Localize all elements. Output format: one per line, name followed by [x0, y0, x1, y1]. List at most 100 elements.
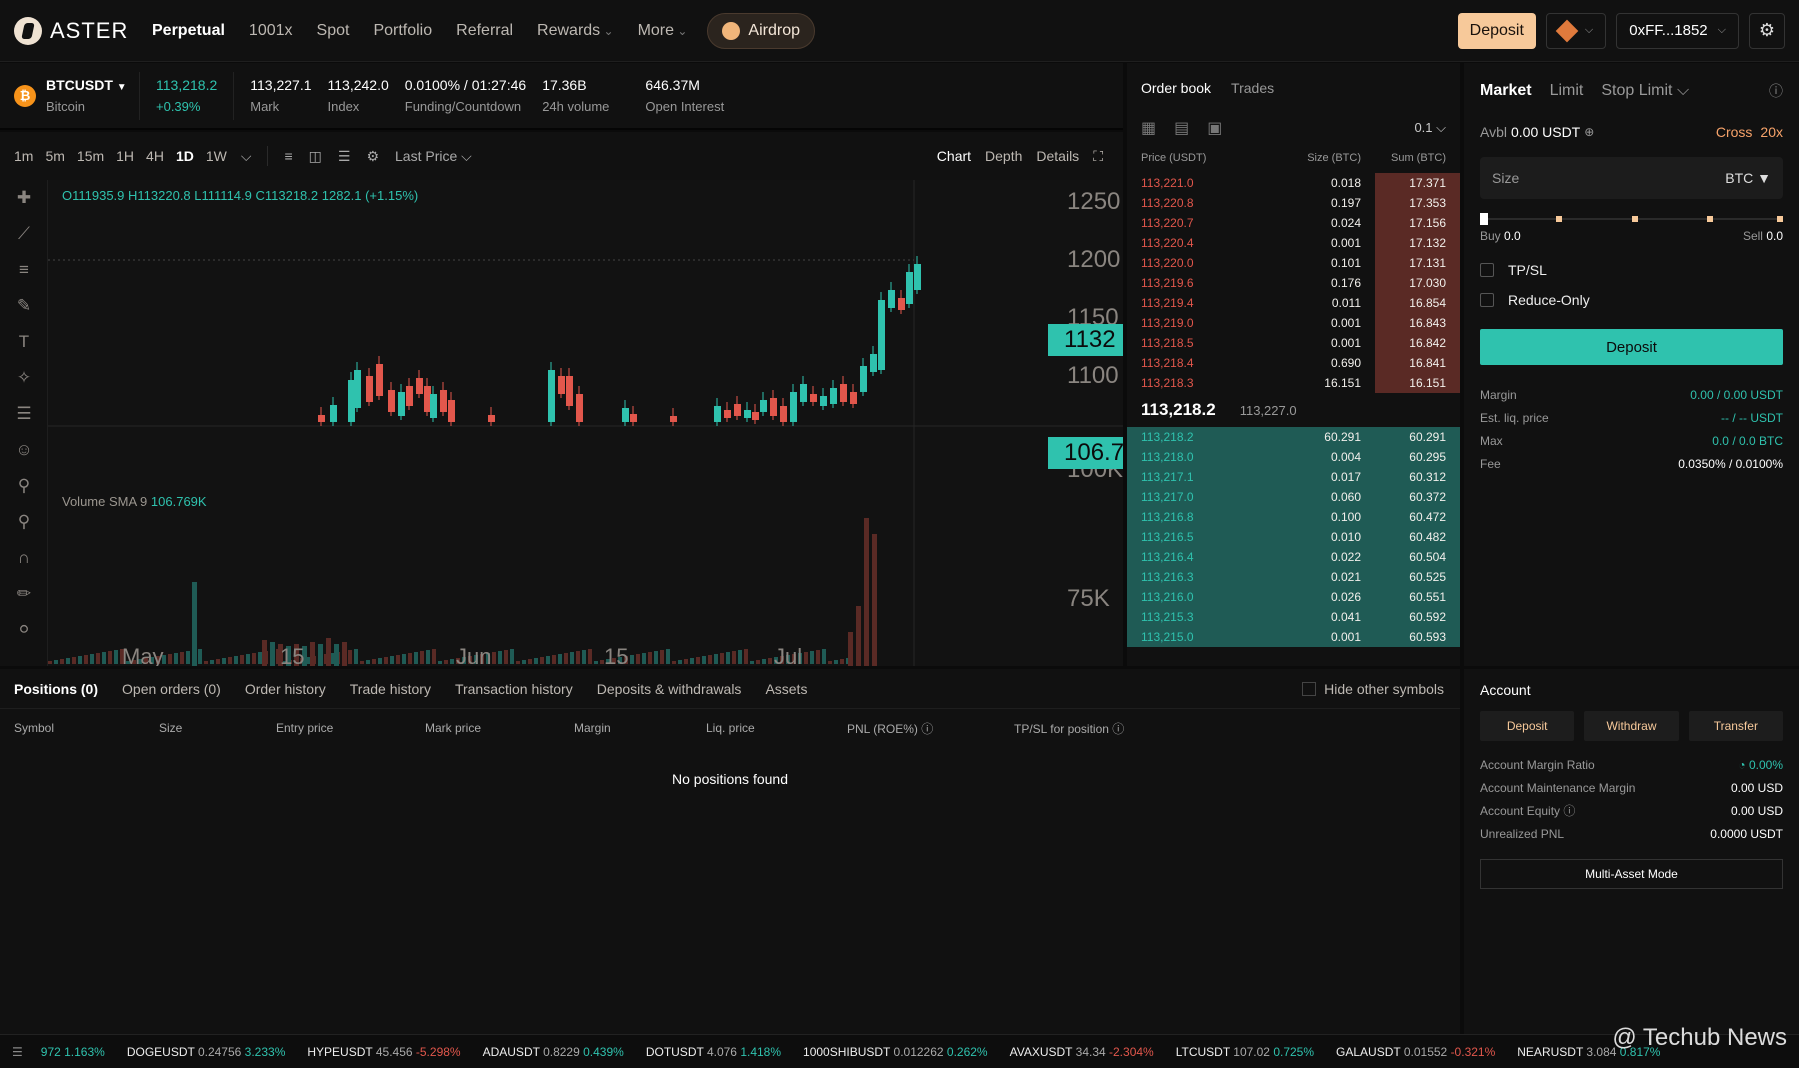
- bid-row[interactable]: 113,218.0 0.004 60.295: [1127, 447, 1460, 467]
- ask-row[interactable]: 113,218.3 16.151 16.151: [1127, 373, 1460, 393]
- tab-stop-limit[interactable]: Stop Limit ⌵: [1601, 82, 1689, 100]
- ask-row[interactable]: 113,219.6 0.176 17.030: [1127, 273, 1460, 293]
- pattern-icon[interactable]: ✧: [0, 360, 48, 396]
- fullscreen-icon[interactable]: ⛶: [1093, 148, 1103, 165]
- tab-open-orders[interactable]: Open orders (0): [122, 681, 221, 697]
- slider-step[interactable]: [1777, 216, 1783, 222]
- indicators-icon[interactable]: ≡: [276, 148, 300, 164]
- ask-row[interactable]: 113,220.7 0.024 17.156: [1127, 213, 1460, 233]
- ask-row[interactable]: 113,220.4 0.001 17.132: [1127, 233, 1460, 253]
- projection-icon[interactable]: ☰: [0, 396, 48, 432]
- tf-1h[interactable]: 1H: [110, 148, 140, 164]
- tab-trade-history[interactable]: Trade history: [350, 681, 431, 697]
- fib-lines-icon[interactable]: ≡: [0, 252, 48, 288]
- margin-mode-button[interactable]: Cross: [1716, 124, 1753, 140]
- size-input[interactable]: Size BTC ▼: [1480, 157, 1783, 199]
- ticker-item[interactable]: 972 1.163%: [41, 1045, 105, 1059]
- ticker-item[interactable]: ADAUSDT 0.8229 0.439%: [483, 1045, 624, 1059]
- slider-step[interactable]: [1631, 216, 1638, 222]
- crosshair-icon[interactable]: ✚: [0, 180, 48, 216]
- reduce-only-checkbox[interactable]: Reduce-Only: [1464, 287, 1799, 313]
- signal-icon[interactable]: ☰: [0, 1045, 23, 1059]
- wallet-button[interactable]: 0xFF...1852 ⌵: [1616, 12, 1739, 49]
- nav-referral[interactable]: Referral: [456, 22, 513, 40]
- lock-pencil-icon[interactable]: ✏: [0, 576, 48, 612]
- tpsl-checkbox[interactable]: TP/SL: [1464, 257, 1799, 283]
- tf-4h[interactable]: 4H: [140, 148, 170, 164]
- account-transfer-button[interactable]: Transfer: [1688, 711, 1783, 741]
- zoom-in-icon[interactable]: ⚲: [0, 504, 48, 540]
- info-icon[interactable]: ⓘ: [921, 722, 933, 736]
- header-deposit-button[interactable]: Deposit: [1457, 12, 1536, 49]
- nav-more[interactable]: More: [638, 22, 688, 40]
- text-tool-icon[interactable]: T: [0, 324, 48, 360]
- nav-spot[interactable]: Spot: [317, 22, 350, 40]
- tab-order-book[interactable]: Order book: [1141, 80, 1211, 96]
- slider-knob[interactable]: [1480, 213, 1488, 225]
- list-icon[interactable]: ☰: [330, 148, 359, 165]
- account-deposit-button[interactable]: Deposit: [1480, 711, 1575, 741]
- gear-icon[interactable]: ⚙: [358, 148, 387, 165]
- tab-trades[interactable]: Trades: [1231, 80, 1274, 96]
- account-withdraw-button[interactable]: Withdraw: [1584, 711, 1679, 741]
- leverage-button[interactable]: 20x: [1760, 124, 1783, 140]
- multi-asset-mode-button[interactable]: Multi-Asset Mode: [1480, 859, 1783, 889]
- hide-other-symbols-checkbox[interactable]: Hide other symbols: [1302, 681, 1444, 697]
- tick-size-select[interactable]: 0.1 ⌵: [1414, 120, 1446, 136]
- brush-icon[interactable]: ✎: [0, 288, 48, 324]
- ruler-icon[interactable]: ⚲: [0, 468, 48, 504]
- settings-button[interactable]: ⚙: [1749, 12, 1785, 49]
- magnet-icon[interactable]: ∩: [0, 540, 48, 576]
- bid-row[interactable]: 113,216.3 0.021 60.525: [1127, 567, 1460, 587]
- ask-row[interactable]: 113,219.4 0.011 16.854: [1127, 293, 1460, 313]
- bid-row[interactable]: 113,217.0 0.060 60.372: [1127, 487, 1460, 507]
- nav-rewards[interactable]: Rewards: [537, 22, 614, 40]
- tab-chart[interactable]: Chart: [937, 148, 971, 165]
- bid-row[interactable]: 113,215.0 0.001 60.593: [1127, 627, 1460, 647]
- ticker-item[interactable]: AVAXUSDT 34.34 -2.304%: [1010, 1045, 1154, 1059]
- ticker-item[interactable]: GALAUSDT 0.01552 -0.321%: [1336, 1045, 1495, 1059]
- ticker-item[interactable]: HYPEUSDT 45.456 -5.298%: [307, 1045, 460, 1059]
- add-funds-icon[interactable]: ⊕: [1584, 125, 1594, 139]
- book-asks-view-icon[interactable]: ▣: [1207, 118, 1222, 138]
- tf-1w[interactable]: 1W: [200, 148, 233, 164]
- tab-limit[interactable]: Limit: [1550, 82, 1584, 100]
- info-icon[interactable]: ⓘ: [1112, 722, 1124, 736]
- book-bids-view-icon[interactable]: ▤: [1174, 118, 1189, 138]
- ask-row[interactable]: 113,219.0 0.001 16.843: [1127, 313, 1460, 333]
- price-chart[interactable]: O111935.9 H113220.8 L111114.9 C113218.2 …: [48, 180, 1123, 666]
- ask-row[interactable]: 113,221.0 0.018 17.371: [1127, 173, 1460, 193]
- brand-logo[interactable]: ASTER: [14, 16, 152, 45]
- tab-depth[interactable]: Depth: [985, 148, 1022, 165]
- ticker-item[interactable]: 1000SHIBUSDT 0.012262 0.262%: [803, 1045, 988, 1059]
- bid-row[interactable]: 113,218.2 60.291 60.291: [1127, 427, 1460, 447]
- tf-1m[interactable]: 1m: [8, 148, 39, 164]
- info-icon[interactable]: ⓘ: [1563, 804, 1575, 818]
- ask-row[interactable]: 113,218.5 0.001 16.842: [1127, 333, 1460, 353]
- bid-row[interactable]: 113,216.5 0.010 60.482: [1127, 527, 1460, 547]
- ticker-item[interactable]: DOTUSDT 4.076 1.418%: [646, 1045, 781, 1059]
- bid-row[interactable]: 113,217.1 0.017 60.312: [1127, 467, 1460, 487]
- tf-1d[interactable]: 1D: [170, 148, 200, 164]
- deposit-button[interactable]: Deposit: [1480, 329, 1783, 365]
- emoji-icon[interactable]: ☺: [0, 432, 48, 468]
- lock-icon[interactable]: ⚪: [0, 612, 48, 648]
- tab-transaction-history[interactable]: Transaction history: [455, 681, 573, 697]
- bid-row[interactable]: 113,216.4 0.022 60.504: [1127, 547, 1460, 567]
- tab-details[interactable]: Details: [1036, 148, 1079, 165]
- symbol-selector[interactable]: ₿ BTCUSDT ▼ Bitcoin: [0, 71, 140, 120]
- nav-1001x[interactable]: 1001x: [249, 22, 293, 40]
- slider-step[interactable]: [1707, 216, 1714, 222]
- tab-assets[interactable]: Assets: [765, 681, 807, 697]
- network-selector[interactable]: ⌵: [1545, 12, 1607, 49]
- ask-row[interactable]: 113,220.8 0.197 17.353: [1127, 193, 1460, 213]
- tab-market[interactable]: Market: [1480, 82, 1532, 100]
- tf-15m[interactable]: 15m: [71, 148, 110, 164]
- book-both-view-icon[interactable]: ▦: [1141, 118, 1156, 138]
- nav-portfolio[interactable]: Portfolio: [373, 22, 432, 40]
- ticker-item[interactable]: DOGEUSDT 0.24756 3.233%: [127, 1045, 286, 1059]
- tab-deposits-withdrawals[interactable]: Deposits & withdrawals: [597, 681, 742, 697]
- ask-row[interactable]: 113,218.4 0.690 16.841: [1127, 353, 1460, 373]
- tab-positions[interactable]: Positions (0): [14, 681, 98, 697]
- chevron-down-icon[interactable]: ⌵: [233, 148, 260, 165]
